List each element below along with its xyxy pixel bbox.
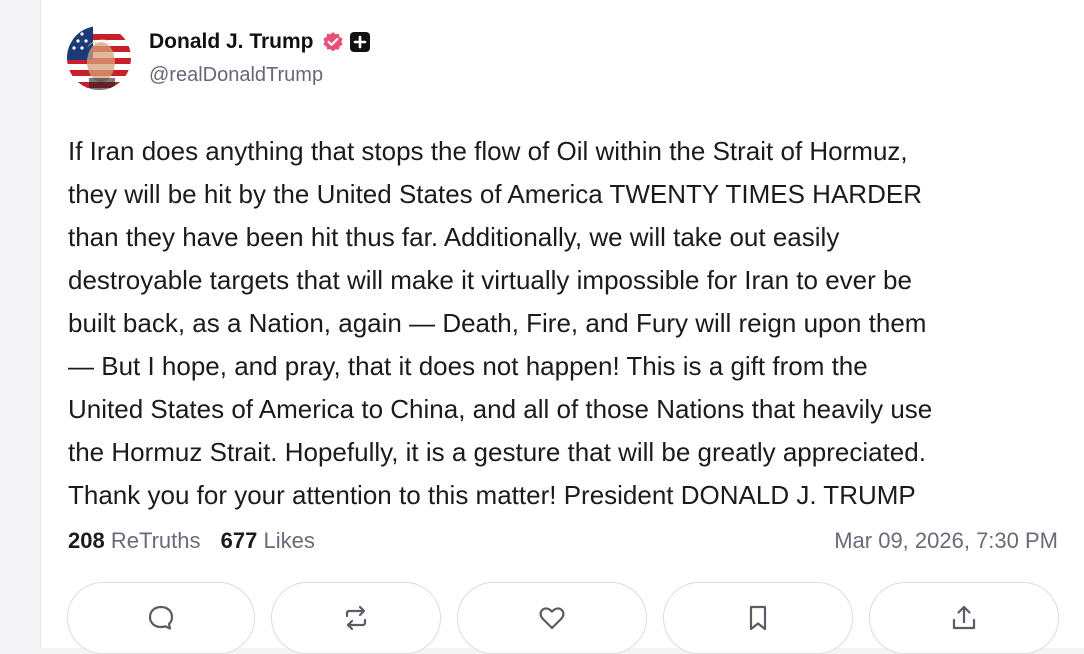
author-handle[interactable]: @realDonaldTrump (149, 64, 323, 87)
avatar-image (67, 26, 131, 90)
avatar[interactable] (67, 26, 131, 90)
post-stats: 208 ReTruths 677 Likes (68, 528, 329, 554)
author-name-row[interactable]: Donald J. Trump (149, 30, 370, 54)
comment-icon (146, 603, 176, 653)
plus-icon (349, 32, 370, 52)
post-line: If Iran does anything that stops the flo… (68, 136, 908, 166)
post-card: Donald J. Trump @realDonaldTrump If Iran… (40, 0, 1084, 654)
post-line: they will be hit by the United States of… (68, 179, 922, 209)
post-line: — But I hope, and pray, that it does not… (68, 351, 868, 381)
post-body: If Iran does anything that stops the flo… (68, 130, 1068, 517)
post-line: Thank you for your attention to this mat… (68, 480, 916, 510)
retruths-count: 208 (68, 528, 105, 553)
post-line: built back, as a Nation, again — Death, … (68, 308, 927, 338)
post-line: the Hormuz Strait. Hopefully, it is a ge… (68, 437, 926, 467)
repost-icon (341, 603, 371, 653)
reply-button[interactable] (67, 582, 255, 654)
verified-badge-icon (322, 31, 344, 53)
heart-icon (537, 603, 567, 653)
share-button[interactable] (869, 582, 1059, 654)
like-button[interactable] (457, 582, 647, 654)
retruth-button[interactable] (271, 582, 441, 654)
post-line: than they have been hit thus far. Additi… (68, 222, 840, 252)
author-name[interactable]: Donald J. Trump (149, 30, 314, 54)
share-icon (949, 603, 979, 653)
retruths-stat[interactable]: 208 ReTruths (68, 528, 201, 554)
likes-count: 677 (220, 528, 258, 553)
post-timestamp[interactable]: Mar 09, 2026, 7:30 PM (834, 528, 1058, 554)
likes-stat[interactable]: 677 Likes (221, 528, 315, 554)
post-line: United States of America to China, and a… (68, 394, 933, 424)
retruths-label: ReTruths (110, 528, 201, 553)
bookmark-button[interactable] (663, 582, 853, 654)
likes-label: Likes (263, 528, 315, 553)
bookmark-icon (743, 603, 773, 653)
post-line: destroyable targets that will make it vi… (68, 265, 912, 295)
